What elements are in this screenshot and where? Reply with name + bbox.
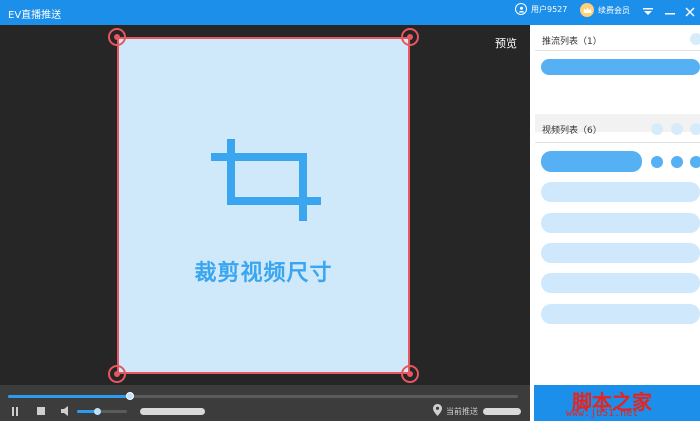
stop-icon (37, 407, 45, 415)
sidebar: 推流列表（1） 视频列表（6） (530, 25, 700, 421)
video-list-item[interactable] (541, 182, 700, 202)
crop-handle-top-right[interactable] (401, 28, 419, 46)
app-title: EV直播推送 (8, 10, 62, 21)
crop-handle-bottom-left[interactable] (108, 365, 126, 383)
progress-fill (8, 395, 131, 398)
player-controls: 当前推送 (0, 385, 530, 421)
progress-thumb[interactable] (126, 392, 135, 400)
video-item-dot (651, 156, 663, 168)
speaker-icon (60, 406, 68, 416)
vip-label: 续费会员 (598, 5, 630, 15)
menu-dropdown-icon (643, 8, 653, 15)
user-account[interactable]: 用户9527 (515, 3, 567, 15)
crop-handle-top-left[interactable] (108, 28, 126, 46)
video-item-dot (690, 156, 700, 168)
pause-button[interactable] (9, 405, 21, 417)
placeholder-bar (483, 408, 521, 415)
crop-icon (211, 139, 321, 221)
push-list-title: 推流列表（1） (542, 37, 602, 47)
user-icon (515, 3, 527, 15)
progress-bar[interactable] (8, 392, 518, 400)
minimize-button[interactable] (662, 3, 678, 21)
menu-button[interactable] (640, 3, 656, 21)
video-list-dot (651, 123, 663, 135)
vip-crown-icon (580, 3, 594, 17)
crop-handle-bottom-right[interactable] (401, 365, 419, 383)
crop-area[interactable]: 裁剪视频尺寸 (117, 37, 410, 374)
minimize-icon (665, 13, 675, 15)
video-list-title: 视频列表（6） (542, 126, 602, 136)
divider (535, 142, 700, 143)
volume-thumb[interactable] (94, 408, 101, 415)
title-bar: EV直播推送 用户9527 续费会员 (0, 0, 700, 25)
preview-label: 预览 (495, 37, 517, 50)
video-list-item[interactable] (541, 273, 700, 293)
pause-icon (12, 406, 18, 416)
crop-instruction: 裁剪视频尺寸 (194, 261, 333, 286)
video-list-item[interactable] (541, 151, 642, 172)
video-list-dot (690, 123, 700, 135)
user-name: 用户9527 (531, 4, 568, 14)
push-location-label: 当前推送 (446, 407, 478, 416)
stop-button[interactable] (35, 405, 47, 417)
close-icon (685, 7, 695, 17)
video-stage: 预览 裁剪视频尺寸 (0, 25, 530, 385)
video-list-dot (671, 123, 683, 135)
close-button[interactable] (682, 3, 698, 21)
push-list-dot (690, 33, 700, 45)
watermark-url: www.jb51.net (566, 408, 639, 419)
volume-slider[interactable] (77, 408, 127, 415)
volume-button[interactable] (60, 405, 72, 417)
placeholder-bar (140, 408, 205, 415)
vip-renew[interactable]: 续费会员 (580, 3, 630, 17)
video-list-item[interactable] (541, 213, 700, 233)
video-item-dot (671, 156, 683, 168)
location-pin-icon (433, 404, 442, 416)
push-list-item[interactable] (541, 59, 700, 75)
divider (535, 50, 700, 51)
video-list-item[interactable] (541, 304, 700, 324)
video-list-item[interactable] (541, 243, 700, 263)
